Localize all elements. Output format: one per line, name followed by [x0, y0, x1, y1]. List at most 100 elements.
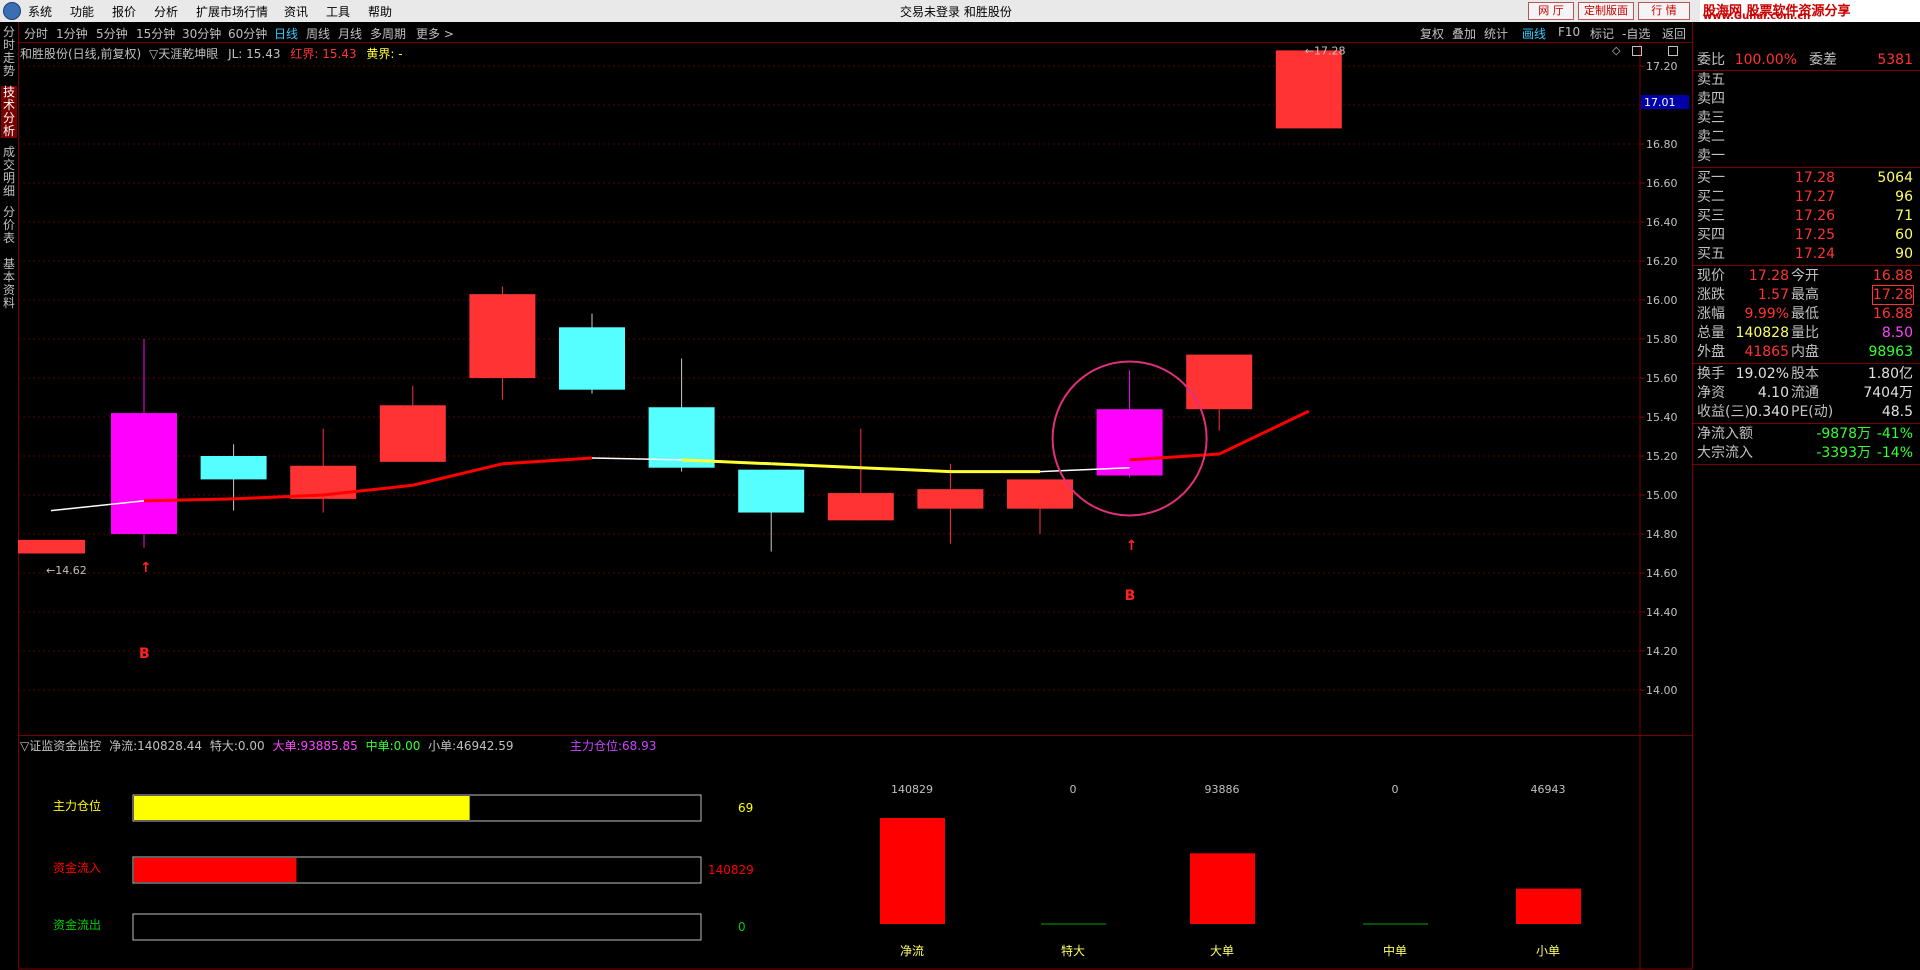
menu-function[interactable]: 功能 [70, 3, 94, 20]
buy-level-volume: 90 [1895, 246, 1913, 262]
buy-level-row[interactable]: 买一 17.28 5064 [1697, 169, 1915, 187]
tf-60min[interactable]: 60分钟 [228, 25, 267, 42]
stat-label: 涨幅 [1697, 306, 1725, 322]
capital-monitor-title[interactable]: ▽证监资金监控 [20, 739, 101, 753]
tab-trade-detail[interactable]: 成交明细 [1, 146, 17, 198]
kline-chart[interactable]: 17.2017.0016.8016.6016.4016.2016.0015.80… [18, 42, 1692, 735]
tab-price-table[interactable]: 分价表 [1, 206, 17, 245]
price-tick-label: 14.80 [1646, 528, 1678, 541]
sell-level-row[interactable]: 卖五 [1697, 71, 1915, 89]
stat-value: 9.99% [1744, 306, 1789, 322]
menu-quote[interactable]: 报价 [112, 3, 136, 20]
current-price-label: 17.01 [1644, 96, 1676, 109]
vbar [1190, 853, 1255, 924]
buy-level-row[interactable]: 买四 17.25 60 [1697, 226, 1915, 244]
vbar [1516, 888, 1581, 924]
candle-body [111, 413, 177, 534]
stat-value: 98963 [1868, 344, 1913, 360]
chart-corner-square-icon[interactable] [1632, 46, 1642, 56]
tf-monthly[interactable]: 月线 [338, 25, 362, 42]
web-hall-button[interactable]: 网 厅 [1528, 2, 1574, 20]
tf-1min[interactable]: 1分钟 [56, 25, 88, 42]
menu-help[interactable]: 帮助 [368, 3, 392, 20]
chart-stock-title: 和胜股份(日线,前复权) [20, 47, 142, 61]
vbar-value: 140829 [891, 783, 933, 796]
buy-level-volume: 96 [1895, 189, 1913, 205]
high-price-label: ←17.28 [1305, 44, 1346, 57]
vbar-label: 特大 [1061, 943, 1085, 958]
menu-analysis[interactable]: 分析 [154, 3, 178, 20]
tool-overlay[interactable]: 叠加 [1452, 25, 1476, 42]
price-tick-label: 16.40 [1646, 216, 1678, 229]
stat-label: 最高 [1791, 287, 1819, 303]
menu-tools[interactable]: 工具 [326, 3, 350, 20]
tool-watchlist[interactable]: -自选 [1622, 25, 1650, 42]
tf-weekly[interactable]: 周线 [306, 25, 330, 42]
market-button[interactable]: 行 情 [1638, 2, 1690, 20]
candle-body [827, 493, 894, 521]
tab-technical-analysis[interactable]: 技术分析 [1, 86, 17, 138]
stat-value: 17.28 [1748, 268, 1789, 284]
tool-mark[interactable]: 标记 [1590, 25, 1614, 42]
tab-intraday-trend[interactable]: 分时走势 [1, 26, 17, 78]
super-large-value: 0.00 [237, 739, 265, 753]
chart-indicator-name[interactable]: ▽天涯乾坤眼 [149, 47, 218, 61]
tf-15min[interactable]: 15分钟 [136, 25, 175, 42]
tool-back[interactable]: 返回 [1662, 25, 1686, 42]
hbar-frame [132, 913, 702, 941]
window-title: 交易未登录 和胜股份 [900, 5, 1012, 19]
custom-layout-button[interactable]: 定制版面 [1578, 2, 1634, 20]
quote-stat-row: 外盘 41865 内盘 98963 [1697, 343, 1915, 361]
buy-level-row[interactable]: 买三 17.26 71 [1697, 207, 1915, 225]
price-tick-label: 14.40 [1646, 606, 1678, 619]
tf-5min[interactable]: 5分钟 [96, 25, 128, 42]
stat-value: 17.28 [1871, 285, 1915, 305]
tool-adjust[interactable]: 复权 [1420, 25, 1444, 42]
app-logo-icon [3, 2, 21, 20]
candle-body [648, 407, 715, 468]
fundamental-label: PE(动) [1791, 404, 1834, 420]
sell-level-row[interactable]: 卖三 [1697, 109, 1915, 127]
tab-fundamentals[interactable]: 基本资料 [1, 258, 17, 310]
large-order-label: 大单: [272, 739, 301, 753]
hbar-value: 140829 [708, 863, 754, 877]
stat-label: 今开 [1791, 268, 1819, 284]
menu-extended-market[interactable]: 扩展市场行情 [196, 3, 268, 20]
tf-30min[interactable]: 30分钟 [182, 25, 221, 42]
site-logo: 股海网 股票软件资源分享 www.Guhai.com.cn [1700, 0, 1920, 22]
chart-jl-value: JL: 15.43 [228, 47, 281, 61]
tf-daily[interactable]: 日线 [274, 25, 298, 42]
tf-intraday[interactable]: 分时 [24, 25, 48, 42]
sell-level-row[interactable]: 卖二 [1697, 128, 1915, 146]
vbar-value: 0 [1070, 783, 1077, 796]
chart-corner-square-icon[interactable] [1668, 46, 1678, 56]
chart-red-boundary: 红界: 15.43 [290, 47, 357, 61]
capital-flow-row: 净流入额 -9878万 -41% [1697, 425, 1915, 443]
main-position-readout: 主力仓位:68.93 [570, 737, 656, 754]
buy-level-row[interactable]: 买二 17.27 96 [1697, 188, 1915, 206]
buy-arrow-icon: ↑ [1126, 538, 1138, 554]
flow-label: 大宗流入 [1697, 445, 1753, 461]
buy-level-price: 17.24 [1794, 246, 1835, 262]
sell-level-row[interactable]: 卖一 [1697, 147, 1915, 165]
tool-stats[interactable]: 统计 [1484, 25, 1508, 42]
buy-level-row[interactable]: 买五 17.24 90 [1697, 245, 1915, 263]
buy-arrow-icon: ↑ [140, 560, 152, 576]
tf-multi[interactable]: 多周期 [370, 25, 406, 42]
tool-f10[interactable]: F10 [1558, 25, 1580, 39]
small-order-label: 小单: [428, 739, 457, 753]
hbar-label: 资金流出 [53, 917, 101, 932]
indicator-line-segment [412, 462, 503, 487]
sell-level-label: 卖三 [1697, 110, 1725, 126]
chart-corner-diamond-icon[interactable]: ◇ [1612, 44, 1620, 57]
tool-draw[interactable]: 画线 [1522, 25, 1546, 42]
price-tick-label: 15.40 [1646, 411, 1678, 424]
hbar-fill [134, 796, 470, 820]
divider [1692, 464, 1920, 465]
weicha-label: 委差 [1809, 52, 1837, 68]
menu-system[interactable]: 系统 [28, 3, 52, 20]
menu-info[interactable]: 资讯 [284, 3, 308, 20]
low-price-label: ←14.62 [46, 564, 87, 577]
sell-level-row[interactable]: 卖四 [1697, 90, 1915, 108]
tf-more[interactable]: 更多 > [416, 25, 454, 42]
